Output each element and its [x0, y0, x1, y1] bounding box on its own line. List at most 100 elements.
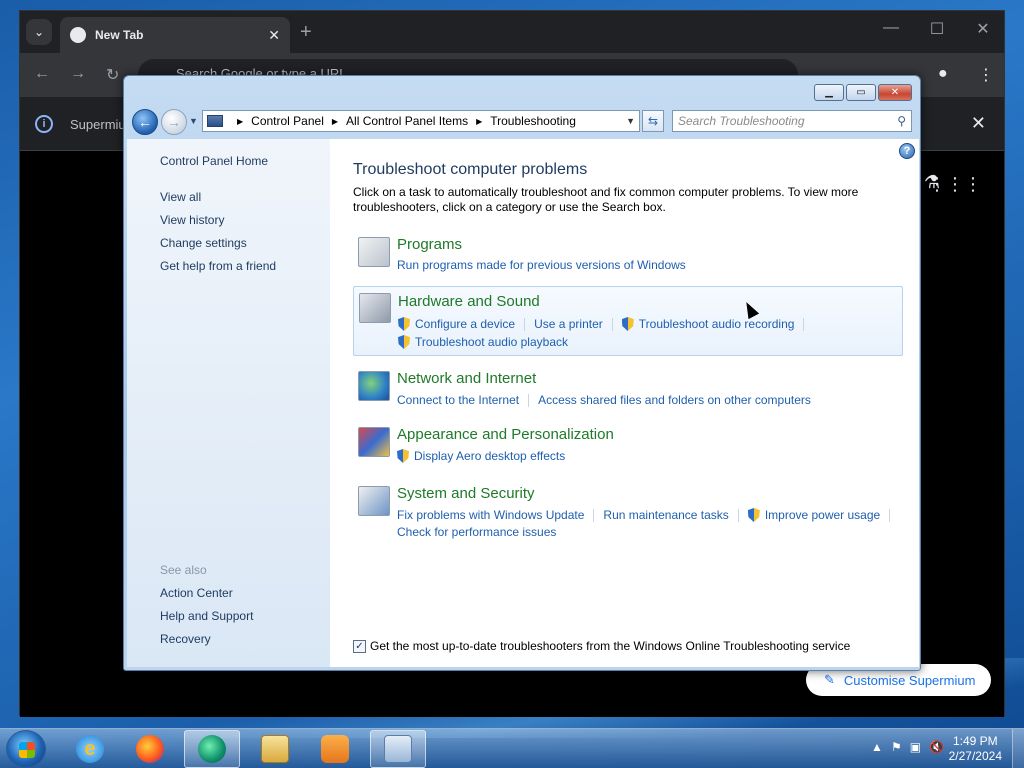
start-button[interactable] — [6, 730, 46, 768]
breadcrumb-chevron-icon[interactable]: ▶ — [476, 117, 482, 126]
browser-forward-icon[interactable]: → — [70, 65, 86, 83]
close-button[interactable]: ✕ — [878, 84, 912, 101]
system-tray: ▲ ⚑ ▣ 🔇 — [871, 740, 944, 754]
media-player-icon — [321, 735, 349, 763]
taskbar: e ▲ ⚑ ▣ 🔇 1:49 PM 2/27/2024 — [0, 728, 1024, 768]
appearance-icon — [358, 427, 390, 457]
help-icon[interactable]: ? — [899, 143, 915, 159]
pencil-icon: ✎ — [824, 672, 835, 687]
task-link[interactable]: Configure a device — [398, 317, 515, 331]
taskbar-firefox[interactable] — [122, 730, 178, 768]
nav-change-settings[interactable]: Change settings — [160, 236, 247, 250]
infobar-close-icon[interactable]: ✕ — [971, 113, 986, 134]
nav-action-center[interactable]: Action Center — [160, 586, 233, 600]
maximize-button[interactable]: ▭ — [846, 84, 876, 101]
browser-reload-icon[interactable]: ↻ — [106, 65, 119, 85]
task-link[interactable]: Run maintenance tasks — [603, 508, 728, 522]
task-link[interactable]: Access shared files and folders on other… — [538, 393, 811, 407]
nav-view-all[interactable]: View all — [160, 190, 201, 204]
nav-control-panel-home[interactable]: Control Panel Home — [160, 154, 268, 168]
task-link[interactable]: Fix problems with Windows Update — [397, 508, 584, 522]
taskbar-internet-explorer[interactable]: e — [62, 730, 118, 768]
category-links: Configure a device Use a printer Trouble… — [398, 317, 813, 331]
programs-icon — [358, 237, 390, 267]
recent-pages-dropdown-icon[interactable]: ▼ — [189, 116, 198, 126]
category-network-internet: Network and Internet Connect to the Inte… — [353, 370, 903, 410]
show-desktop-button[interactable] — [1012, 729, 1024, 768]
supermium-icon — [198, 735, 226, 763]
link-text: Configure a device — [415, 317, 516, 331]
page-title: Troubleshoot computer problems — [353, 161, 588, 178]
system-security-icon — [358, 486, 390, 516]
browser-close-button[interactable]: ✕ — [960, 19, 1006, 39]
network-icon[interactable]: ▣ — [910, 740, 921, 754]
network-internet-icon — [358, 371, 390, 401]
task-link[interactable]: Troubleshoot audio recording — [621, 317, 794, 331]
link-separator — [593, 508, 595, 522]
address-dropdown-icon[interactable]: ▼ — [626, 116, 635, 126]
forward-button[interactable]: → — [161, 109, 187, 135]
category-title[interactable]: Network and Internet — [397, 370, 536, 387]
online-troubleshooting-checkbox[interactable]: ✓ — [353, 639, 366, 653]
browser-minimize-button[interactable]: — — [868, 19, 914, 37]
task-link[interactable]: Display Aero desktop effects — [397, 449, 565, 463]
browser-menu-icon[interactable]: ⋮ — [978, 65, 994, 85]
task-link[interactable]: Run programs made for previous versions … — [397, 258, 686, 272]
folder-icon — [261, 735, 289, 763]
task-link[interactable]: Improve power usage — [747, 508, 880, 522]
taskbar-control-panel[interactable] — [370, 730, 426, 768]
nav-recovery[interactable]: Recovery — [160, 632, 211, 646]
browser-tab[interactable]: New Tab ✕ — [60, 17, 290, 53]
category-title[interactable]: System and Security — [397, 485, 535, 502]
minimize-button[interactable]: ▁ — [814, 84, 844, 101]
search-icon[interactable]: ⚲ — [897, 114, 906, 128]
clock[interactable]: 1:49 PM 2/27/2024 — [949, 734, 1002, 764]
link-text: Troubleshoot audio playback — [415, 335, 568, 349]
control-panel-icon — [207, 115, 223, 127]
nav-help-support[interactable]: Help and Support — [160, 609, 253, 623]
tab-search-button[interactable]: ⌄ — [26, 19, 52, 45]
category-title[interactable]: Appearance and Personalization — [397, 426, 614, 443]
nav-get-help[interactable]: Get help from a friend — [160, 259, 276, 273]
link-text: Display Aero desktop effects — [414, 449, 566, 463]
task-link[interactable]: Troubleshoot audio playback — [398, 335, 568, 349]
task-link[interactable]: Connect to the Internet — [397, 393, 519, 407]
clock-time: 1:49 PM — [952, 734, 998, 748]
category-hardware-sound: Hardware and Sound Configure a device Us… — [353, 286, 903, 356]
category-programs: Programs Run programs made for previous … — [353, 236, 903, 276]
breadcrumb-chevron-icon[interactable]: ▶ — [237, 117, 243, 126]
internet-explorer-icon: e — [76, 735, 104, 763]
volume-muted-icon[interactable]: 🔇 — [929, 740, 944, 754]
search-input[interactable]: Search Troubleshooting ⚲ — [672, 110, 912, 132]
link-separator — [889, 508, 891, 522]
back-button[interactable]: ← — [132, 109, 158, 135]
taskbar-file-explorer[interactable] — [247, 730, 303, 768]
breadcrumb-chevron-icon[interactable]: ▶ — [332, 117, 338, 126]
address-bar[interactable]: ▶ Control Panel ▶ All Control Panel Item… — [202, 110, 640, 132]
category-links: Check for performance issues — [397, 525, 556, 539]
browser-maximize-button[interactable]: ☐ — [914, 19, 960, 39]
checkbox-label[interactable]: Get the most up-to-date troubleshooters … — [370, 639, 850, 653]
category-system-security: System and Security Fix problems with Wi… — [353, 485, 903, 541]
tab-title: New Tab — [95, 28, 144, 42]
category-title[interactable]: Hardware and Sound — [398, 293, 540, 310]
nav-view-history[interactable]: View history — [160, 213, 224, 227]
profile-icon[interactable]: ● — [938, 65, 948, 83]
action-center-flag-icon[interactable]: ⚑ — [891, 740, 902, 754]
new-tab-button[interactable]: + — [300, 21, 312, 44]
taskbar-supermium[interactable] — [184, 730, 240, 768]
tab-close-icon[interactable]: ✕ — [268, 27, 280, 44]
browser-back-icon[interactable]: ← — [34, 65, 50, 83]
task-link[interactable]: Check for performance issues — [397, 525, 556, 539]
apps-grid-icon[interactable]: ⋮⋮⋮ — [928, 174, 982, 195]
taskbar-media-player[interactable] — [307, 730, 363, 768]
show-hidden-icons-icon[interactable]: ▲ — [871, 740, 883, 754]
refresh-button[interactable]: ⇆ — [642, 110, 664, 132]
category-links: Connect to the Internet Access shared fi… — [397, 393, 811, 407]
breadcrumb-control-panel[interactable]: Control Panel — [251, 114, 324, 128]
breadcrumb-all-items[interactable]: All Control Panel Items — [346, 114, 468, 128]
task-link[interactable]: Use a printer — [534, 317, 603, 331]
breadcrumb-troubleshooting[interactable]: Troubleshooting — [490, 114, 576, 128]
link-separator — [524, 317, 526, 331]
category-title[interactable]: Programs — [397, 236, 462, 253]
